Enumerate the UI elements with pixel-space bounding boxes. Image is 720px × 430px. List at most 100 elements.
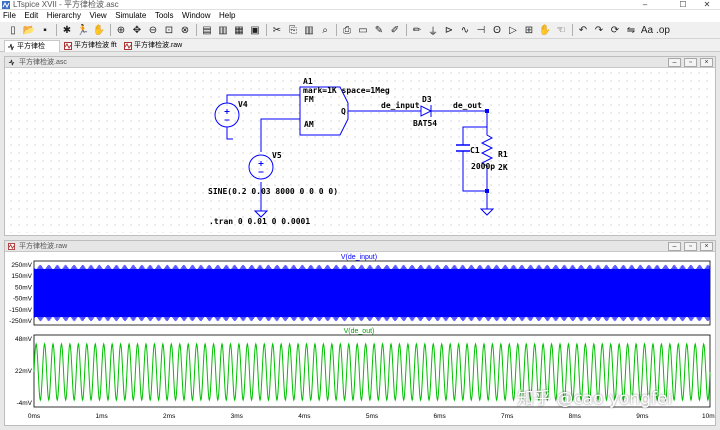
control-panel-icon[interactable]: ✱ xyxy=(60,23,74,37)
document-tab-bar: 平方律检波.asc 平方律检波 fft 平方律检波.raw xyxy=(0,39,720,62)
menu-tools[interactable]: Tools xyxy=(152,10,177,22)
menu-window[interactable]: Window xyxy=(179,10,213,22)
zoom-out-icon[interactable]: ⊖ xyxy=(146,23,160,37)
am-pin-label: AM xyxy=(304,120,314,129)
y-tick-label: 50mV xyxy=(15,284,33,291)
d3-label: D3 xyxy=(422,95,432,104)
toolbar-separator xyxy=(404,23,408,37)
redo-icon[interactable]: ✐ xyxy=(388,23,402,37)
c1-capacitor-symbol[interactable] xyxy=(456,144,470,155)
toolbar-separator xyxy=(334,23,338,37)
y-tick-label: -50mV xyxy=(13,296,33,303)
text-icon[interactable]: Aa xyxy=(640,23,654,37)
menu-file[interactable]: File xyxy=(0,10,19,22)
inductor-icon[interactable]: ʘ xyxy=(490,23,504,37)
halt-icon[interactable]: ✋ xyxy=(92,23,106,37)
zoom-cancel-icon[interactable]: ⊗ xyxy=(178,23,192,37)
x-tick-label: 6ms xyxy=(433,413,446,420)
toolbar-separator xyxy=(54,23,58,37)
y-tick-label: -250mV xyxy=(9,318,32,325)
v4-source-symbol[interactable] xyxy=(214,102,240,128)
copy-icon[interactable]: ⎘ xyxy=(286,23,300,37)
minimize-button[interactable]: – xyxy=(634,0,656,10)
bat54-label: BAT54 xyxy=(413,119,437,128)
window-title: LTspice XVII - 平方律检波.asc xyxy=(13,0,119,9)
zoom-fit-icon[interactable]: ⊡ xyxy=(162,23,176,37)
undo2-icon[interactable]: ↶ xyxy=(576,23,590,37)
child-close-button[interactable]: × xyxy=(700,242,713,251)
capacitor-icon[interactable]: ⊣ xyxy=(474,23,488,37)
rotate-icon[interactable]: ⟳ xyxy=(608,23,622,37)
y-tick-label: -4mV xyxy=(16,400,32,407)
spice-directive-icon[interactable]: .op xyxy=(656,23,670,37)
trace-label-de-out[interactable]: V(de_out) xyxy=(344,328,375,335)
paste-icon[interactable]: ▥ xyxy=(302,23,316,37)
move-icon[interactable]: ✋ xyxy=(538,23,552,37)
tile-vertical-icon[interactable]: ▦ xyxy=(232,23,246,37)
undo-icon[interactable]: ✎ xyxy=(372,23,386,37)
y-tick-label: 150mV xyxy=(11,273,32,280)
menu-hierarchy[interactable]: Hierarchy xyxy=(44,10,84,22)
close-window-icon[interactable]: ▣ xyxy=(248,23,262,37)
mdi-workspace: 平方律检波.asc – ▫ × A1 mark=1K space=1Meg FM… xyxy=(0,52,720,430)
waveform-window-titlebar[interactable]: 平方律检波.raw – ▫ × xyxy=(5,241,715,252)
save-icon[interactable]: ▪ xyxy=(38,23,52,37)
find-icon[interactable]: ⌕ xyxy=(318,23,332,37)
ground-icon[interactable]: ⏚ xyxy=(426,23,440,38)
child-minimize-button[interactable]: – xyxy=(668,58,681,67)
close-button[interactable]: ✕ xyxy=(696,0,718,10)
menu-view[interactable]: View xyxy=(86,10,109,22)
ground-symbol-r1 xyxy=(479,208,495,216)
diode-icon[interactable]: ▷ xyxy=(506,23,520,37)
print-preview-icon[interactable]: ▭ xyxy=(356,23,370,37)
v4-label: V4 xyxy=(238,100,248,109)
child-restore-button[interactable]: ▫ xyxy=(684,242,697,251)
menu-edit[interactable]: Edit xyxy=(21,10,41,22)
waveform-icon xyxy=(64,42,72,50)
schematic-icon xyxy=(8,59,15,66)
component-icon[interactable]: ⊞ xyxy=(522,23,536,37)
title-bar: LTspice XVII - 平方律检波.asc – ☐ ✕ xyxy=(0,0,720,10)
d3-diode-symbol[interactable] xyxy=(420,105,435,117)
tran-directive[interactable]: .tran 0 0.01 0 0.0001 xyxy=(209,217,310,226)
tab-fft[interactable]: 平方律检波 fft xyxy=(62,40,120,52)
net-label-de-input: de_input xyxy=(381,100,420,110)
net-label-de-out: de_out xyxy=(453,101,482,110)
y-tick-label: 250mV xyxy=(11,262,32,269)
fm-pin-label: FM xyxy=(304,95,314,104)
tab-schematic[interactable]: 平方律检波.asc xyxy=(4,40,60,62)
tile-horizontal-icon[interactable]: ▥ xyxy=(216,23,230,37)
maximize-button[interactable]: ☐ xyxy=(672,0,694,10)
cut-icon[interactable]: ✂ xyxy=(270,23,284,37)
child-close-button[interactable]: × xyxy=(700,58,713,67)
y-tick-label: 48mV xyxy=(15,336,33,343)
x-tick-label: 5ms xyxy=(366,413,379,420)
autoscale-icon[interactable]: ▤ xyxy=(200,23,214,37)
menu-help[interactable]: Help xyxy=(216,10,238,22)
toolbar: ▯ 📂 ▪ ✱ 🏃 ✋ ⊕ ✥ ⊖ ⊡ ⊗ ▤ ▥ ▦ ▣ ✂ ⎘ ▥ ⌕ ⎙ ▭ ✎ ✐ ✏ ⏚ ⊳ ∿ ⊣ ʘ ▷ ⊞ ✋ ☜ ↶ ↷ ⟳ ⇋ Aa.… xyxy=(0,22,720,39)
v5-source-symbol[interactable] xyxy=(248,154,274,180)
zoom-in-icon[interactable]: ⊕ xyxy=(114,23,128,37)
resistor-icon[interactable]: ∿ xyxy=(458,23,472,37)
wire-icon[interactable]: ✏ xyxy=(410,23,424,37)
new-icon[interactable]: ▯ xyxy=(6,23,20,37)
run-icon[interactable]: 🏃 xyxy=(76,23,90,37)
label-icon[interactable]: ⊳ xyxy=(442,23,456,37)
menu-simulate[interactable]: Simulate xyxy=(112,10,149,22)
trace-label-de-input[interactable]: V(de_input) xyxy=(341,254,377,261)
pan-icon[interactable]: ✥ xyxy=(130,23,144,37)
print-icon[interactable]: ⎙ xyxy=(340,23,354,37)
child-restore-button[interactable]: ▫ xyxy=(684,58,697,67)
schematic-canvas[interactable]: A1 mark=1K space=1Meg FM AM Q V4 V5 SINE… xyxy=(7,69,713,233)
redo2-icon[interactable]: ↷ xyxy=(592,23,606,37)
junction-dot xyxy=(485,189,489,193)
drag-icon[interactable]: ☜ xyxy=(554,23,568,37)
a1-label: A1 xyxy=(303,77,313,86)
open-icon[interactable]: 📂 xyxy=(22,23,36,37)
schematic-window-titlebar[interactable]: 平方律检波.asc – ▫ × xyxy=(5,57,715,68)
tab-raw[interactable]: 平方律检波.raw xyxy=(122,40,184,52)
mirror-icon[interactable]: ⇋ xyxy=(624,23,638,37)
child-minimize-button[interactable]: – xyxy=(668,242,681,251)
toolbar-separator xyxy=(264,23,268,37)
x-tick-label: 7ms xyxy=(501,413,514,420)
